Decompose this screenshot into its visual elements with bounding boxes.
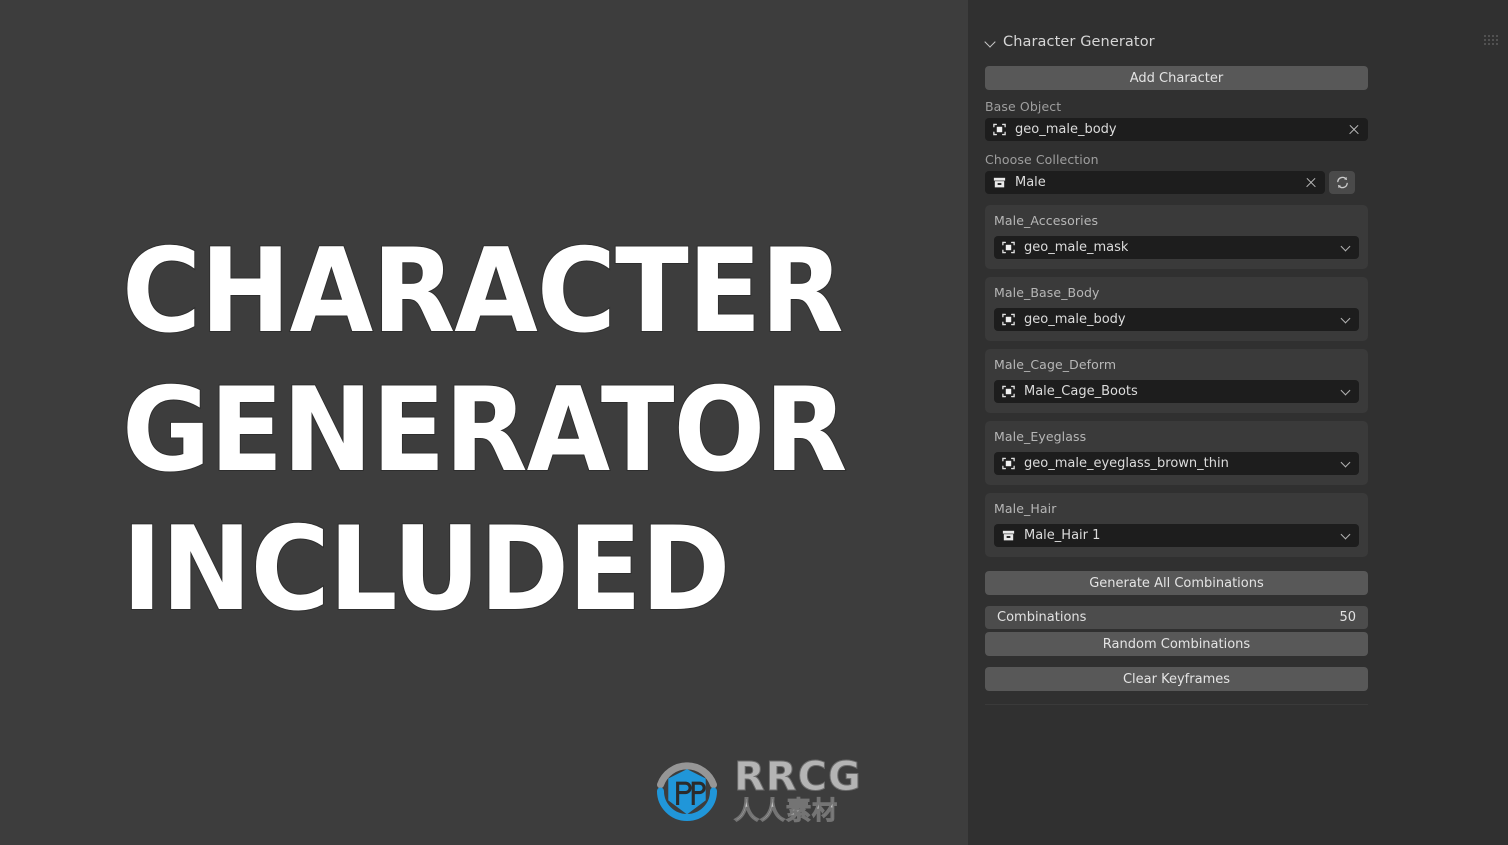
base-object-label: Base Object (985, 99, 1062, 114)
base-object-field[interactable]: geo_male_body (985, 118, 1368, 141)
choose-collection-value: Male (1015, 175, 1046, 190)
group-value: geo_male_body (1024, 312, 1126, 327)
combinations-label: Combinations (997, 610, 1087, 625)
rrcg-shield-icon (656, 762, 718, 822)
group-dropdown[interactable]: geo_male_eyeglass_brown_thin (994, 452, 1359, 475)
group-title: Male_Hair (994, 501, 1057, 516)
add-character-button[interactable]: Add Character (985, 66, 1368, 90)
character-generator-panel: Character Generator Add Character Base O… (968, 0, 1508, 845)
panel-body: Add Character Base Object geo_male_body … (985, 66, 1368, 705)
group-title: Male_Cage_Deform (994, 357, 1117, 372)
promo-area: CHARACTER GENERATOR INCLUDED RRCG 人人素材 (0, 0, 968, 845)
group-dropdown[interactable]: geo_male_body (994, 308, 1359, 331)
headline-line-3: INCLUDED (121, 501, 731, 638)
random-combinations-button[interactable]: Random Combinations (985, 632, 1368, 656)
collection-icon (993, 177, 1006, 188)
group-value: geo_male_eyeglass_brown_thin (1024, 456, 1229, 471)
watermark-subtitle: 人人素材 (734, 796, 839, 825)
chevron-down-icon[interactable] (984, 36, 997, 49)
close-icon[interactable] (1305, 177, 1317, 189)
refresh-icon (1336, 176, 1348, 189)
group-value: Male_Hair 1 (1024, 528, 1101, 543)
group-dropdown[interactable]: Male_Cage_Boots (994, 380, 1359, 403)
chevron-down-icon[interactable] (1342, 243, 1350, 251)
clear-keyframes-button[interactable]: Clear Keyframes (985, 667, 1368, 691)
choose-collection-row: Male (985, 171, 1368, 194)
collection-icon (1002, 530, 1015, 541)
generate-all-combinations-button[interactable]: Generate All Combinations (985, 571, 1368, 595)
group-value: geo_male_mask (1024, 240, 1129, 255)
page-title: CHARACTER GENERATOR INCLUDED (121, 222, 942, 639)
drag-grip-icon[interactable] (1484, 35, 1498, 45)
collection-groups: Male_Accesories geo_male_mask Male_Base_… (985, 205, 1368, 557)
group-title: Male_Accesories (994, 213, 1099, 228)
chevron-down-icon[interactable] (1342, 315, 1350, 323)
group-male-cage-deform: Male_Cage_Deform Male_Cage_Boots (985, 349, 1368, 413)
refresh-collection-button[interactable] (1329, 171, 1355, 194)
group-title: Male_Base_Body (994, 285, 1100, 300)
headline-line-1: CHARACTER (121, 223, 844, 360)
group-male-accesories: Male_Accesories geo_male_mask (985, 205, 1368, 269)
group-male-hair: Male_Hair Male_Hair 1 (985, 493, 1368, 557)
group-dropdown[interactable]: Male_Hair 1 (994, 524, 1359, 547)
mesh-object-icon (1002, 385, 1015, 398)
combinations-field[interactable]: Combinations 50 (985, 606, 1368, 629)
chevron-down-icon[interactable] (1342, 531, 1350, 539)
watermark: RRCG 人人素材 (648, 752, 862, 830)
mesh-object-icon (1002, 241, 1015, 254)
group-value: Male_Cage_Boots (1024, 384, 1138, 399)
group-dropdown[interactable]: geo_male_mask (994, 236, 1359, 259)
close-icon[interactable] (1348, 124, 1360, 136)
panel-title: Character Generator (1003, 34, 1155, 50)
choose-collection-field[interactable]: Male (985, 171, 1325, 194)
group-male-base-body: Male_Base_Body geo_male_body (985, 277, 1368, 341)
headline-line-2: GENERATOR (121, 362, 848, 499)
chevron-down-icon[interactable] (1342, 459, 1350, 467)
panel-divider (985, 704, 1368, 705)
mesh-object-icon (1002, 457, 1015, 470)
group-title: Male_Eyeglass (994, 429, 1087, 444)
mesh-object-icon (1002, 313, 1015, 326)
chevron-down-icon[interactable] (1342, 387, 1350, 395)
base-object-value: geo_male_body (1015, 122, 1117, 137)
mesh-object-icon (993, 123, 1006, 136)
watermark-text: RRCG 人人素材 (734, 754, 862, 826)
combinations-value: 50 (1339, 610, 1356, 625)
watermark-brand: RRCG (734, 754, 862, 800)
choose-collection-label: Choose Collection (985, 152, 1099, 167)
panel-header[interactable]: Character Generator (984, 31, 1492, 53)
group-male-eyeglass: Male_Eyeglass geo_male_eyeglass_brown_th… (985, 421, 1368, 485)
